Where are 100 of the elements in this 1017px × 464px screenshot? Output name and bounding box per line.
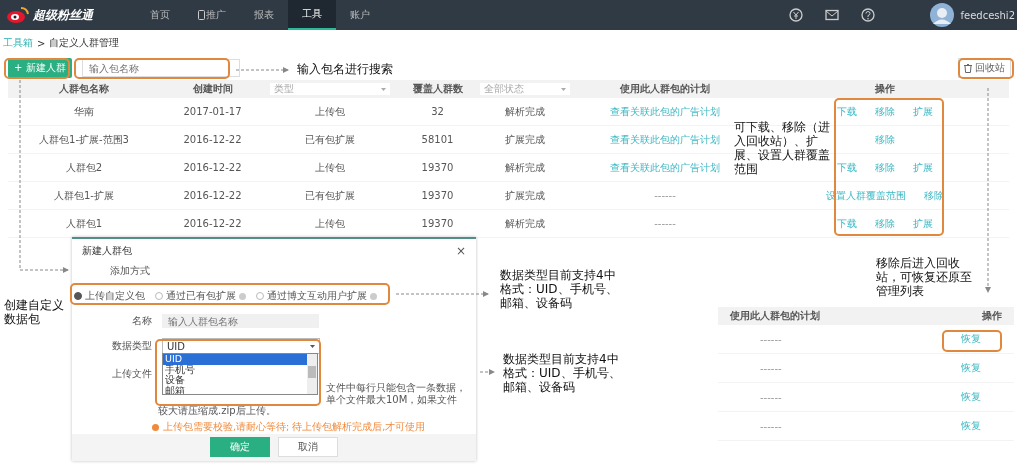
annotation-text: 移除后进入回收站，可恢复还原至管理列表: [876, 256, 972, 298]
table-cell: 已有包扩展: [305, 132, 355, 147]
table-cell: ------: [654, 218, 676, 229]
dashed-arrow: [479, 369, 495, 375]
table-cell: 19370: [421, 190, 454, 201]
dashed-arrow: [235, 67, 289, 73]
breadcrumb-link[interactable]: 工具箱: [3, 36, 33, 50]
restore-link[interactable]: 恢复: [961, 332, 981, 346]
plan-link[interactable]: 查看关联此包的广告计划: [610, 160, 720, 175]
table-cell: 扩展完成: [505, 132, 545, 147]
form-label: 名称: [131, 314, 153, 329]
table-cell: 已有包扩展: [305, 188, 355, 203]
trash-icon: [964, 63, 972, 73]
dropdown-option[interactable]: 手机号: [163, 364, 307, 376]
annotation-text: 输入包名进行搜索: [297, 62, 394, 76]
table-cell: 人群包2: [65, 160, 103, 175]
cancel-button[interactable]: 取消: [278, 437, 338, 458]
restore-link[interactable]: 恢复: [961, 390, 981, 404]
action-link[interactable]: 移除: [874, 160, 895, 175]
highlight-frame: [942, 330, 1002, 352]
column-header: 操作: [982, 309, 1002, 323]
caret-icon: [310, 344, 315, 348]
action-link[interactable]: 下载: [836, 104, 857, 119]
table-cell: 2016-12-22: [183, 218, 242, 229]
highlight-frame: [958, 58, 1014, 79]
annotation-text: 数据类型目前支持4中格式：UID、手机号、邮箱、设备码: [503, 352, 622, 394]
table-cell: 上传包: [315, 104, 345, 119]
table-cell: 解析完成: [505, 104, 545, 119]
help-text: 单个文件最大10M，如果文件: [326, 393, 459, 406]
app-logo-text: 超级粉丝通: [33, 6, 93, 24]
plan-link[interactable]: 查看关联此包的广告计划: [610, 132, 720, 147]
table-cell: 19370: [421, 162, 454, 173]
table-cell: ------: [760, 362, 782, 374]
restore-link[interactable]: 恢复: [961, 419, 981, 433]
dropdown-option[interactable]: 邮箱: [163, 385, 307, 395]
table-cell: 2017-01-17: [183, 106, 242, 117]
nav-tab[interactable]: 报表: [240, 0, 288, 30]
table-cell: ------: [654, 190, 676, 201]
action-link[interactable]: 下载: [836, 216, 857, 231]
action-link[interactable]: 移除: [874, 132, 895, 147]
radio-option[interactable]: 上传自定义包: [74, 289, 145, 304]
phone-icon: [198, 10, 205, 20]
annotation-text: 创建自定义数据包: [4, 298, 65, 326]
help-icon[interactable]: [861, 8, 876, 22]
table-cell: 2016-12-22: [183, 162, 242, 173]
radio-option[interactable]: 通过博文互动用户扩展: [256, 289, 377, 304]
filter-select[interactable]: 类型: [270, 83, 390, 95]
plan-link[interactable]: 查看关联此包的广告计划: [610, 104, 720, 119]
filter-select[interactable]: 全部状态: [480, 83, 570, 95]
mail-icon[interactable]: [825, 9, 840, 21]
username[interactable]: feedceshi2: [960, 9, 1015, 21]
avatar-icon[interactable]: [930, 3, 955, 27]
name-field[interactable]: 输入人群包名称: [162, 314, 319, 329]
warning-text: 上传包需要校验,请耐心等待; 待上传包解析完成后,才可使用: [163, 420, 426, 434]
caret-icon: [561, 87, 566, 91]
nav-tab[interactable]: 账户: [336, 0, 384, 30]
table-cell: 2016-12-22: [183, 190, 242, 201]
table-cell: 扩展完成: [505, 188, 545, 203]
confirm-button[interactable]: 确定: [210, 437, 270, 458]
table-cell: 上传包: [315, 216, 345, 231]
nav-tab[interactable]: 首页: [136, 0, 184, 30]
dropdown-option[interactable]: UID: [163, 354, 307, 365]
table-cell: 上传包: [315, 160, 345, 175]
action-link[interactable]: 下载: [836, 160, 857, 175]
column-header: 创建时间: [192, 82, 233, 96]
action-link[interactable]: 移除: [874, 216, 895, 231]
form-label: 添加方式: [110, 264, 151, 279]
radio-option[interactable]: 通过已有包扩展: [155, 289, 246, 304]
form-label: 数据类型: [111, 339, 153, 354]
table-cell: ------: [760, 420, 782, 432]
action-link[interactable]: 扩展: [912, 216, 933, 231]
table-cell: 人群包1: [65, 216, 103, 231]
form-label: 上传文件: [111, 367, 153, 382]
nav-tab[interactable]: 工具: [288, 0, 336, 30]
table-cell: 华南: [74, 104, 94, 119]
dropdown-option[interactable]: 设备: [163, 375, 307, 386]
column-header: 使用此人群包的计划: [730, 309, 820, 323]
action-link[interactable]: 扩展: [912, 104, 933, 119]
help-text: 文件中每行只能包含一条数据，: [326, 382, 467, 394]
restore-link[interactable]: 恢复: [961, 361, 981, 375]
annotation-text: 数据类型目前支持4中格式：UID、手机号、邮箱、设备码: [500, 268, 619, 310]
table-cell: 2016-12-22: [183, 134, 242, 145]
nav-tab[interactable]: 推广: [184, 0, 240, 30]
action-link[interactable]: 移除: [874, 104, 895, 119]
close-button[interactable]: ×: [455, 243, 466, 258]
column-header: 覆盖人群数: [412, 82, 463, 96]
column-header: 人群包名称: [59, 82, 109, 96]
yen-icon[interactable]: [789, 8, 804, 22]
column-header: 使用此人群包的计划: [620, 82, 710, 96]
table-cell: 解析完成: [505, 160, 545, 175]
action-link[interactable]: 扩展: [912, 160, 933, 175]
eye-logo-icon: [6, 6, 30, 24]
warning-icon: [152, 423, 159, 431]
table-cell: 人群包1-扩展-范围3: [39, 132, 129, 147]
table-cell: 58101: [421, 134, 454, 145]
breadcrumb-current: 自定义人群管理: [49, 36, 120, 50]
table-cell: 解析完成: [505, 216, 545, 231]
table-cell: ------: [760, 391, 782, 403]
table-cell: 19370: [421, 218, 454, 229]
table-cell: 32: [431, 106, 444, 117]
